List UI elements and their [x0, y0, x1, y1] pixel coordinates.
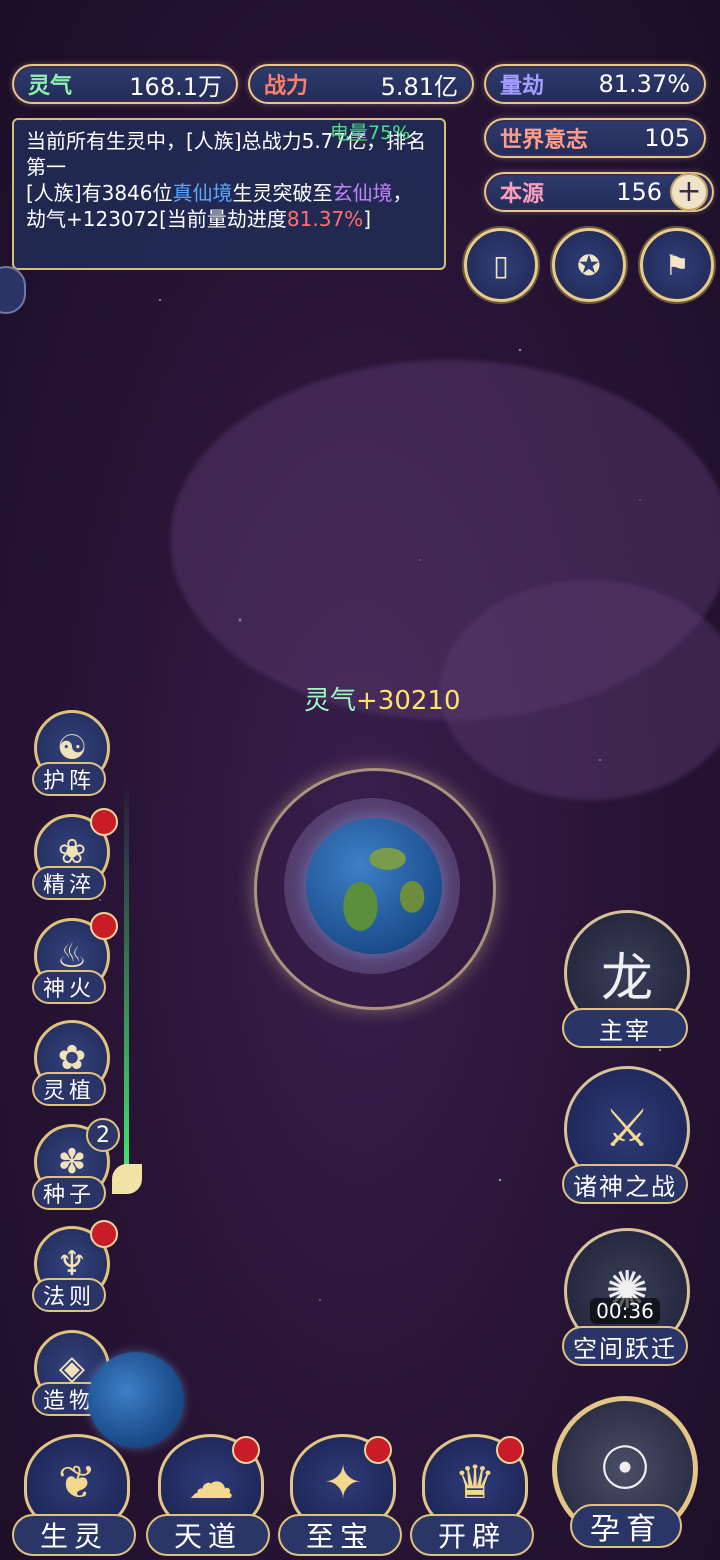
tab-label: 至宝 — [278, 1514, 402, 1556]
left-menu-label: 灵植 — [32, 1072, 106, 1106]
left-menu-zhong-zi[interactable]: ✽ 种子 2 — [26, 1118, 120, 1220]
log-realm-xuanxian: 玄仙境 — [332, 181, 393, 205]
flag-icon: ⚑ — [664, 248, 690, 282]
jump-timer: 00:36 — [590, 1298, 660, 1324]
log-realm-zhenxian: 真仙境 — [172, 181, 233, 205]
benyuan-resource[interactable]: 本源 156 + — [484, 172, 714, 212]
yun-yu-label: 孕育 — [570, 1504, 682, 1548]
notification-dot — [90, 808, 118, 836]
lingqi-label: 灵气 — [28, 73, 73, 99]
tab-tian-dao[interactable]: ☁ 天道 — [146, 1428, 270, 1558]
lingqi-value: 168.1万 — [129, 72, 222, 101]
log-text: [人族]有3846位 — [26, 181, 173, 205]
seed-leaf-icon — [112, 1164, 142, 1194]
shijie-value: 105 — [644, 124, 690, 152]
battery-indicator: 电量75% — [330, 122, 411, 144]
notification-dot — [90, 912, 118, 940]
card-icon-button[interactable]: ▯ — [464, 228, 538, 302]
log-text: 生灵突破至 — [232, 181, 333, 205]
tab-kai-pi[interactable]: ♛ 开辟 — [410, 1428, 534, 1558]
left-menu-jing-cui[interactable]: ❀ 精淬 — [26, 808, 118, 910]
zhanli-label: 战力 — [264, 73, 309, 99]
gain-value: +30210 — [356, 686, 461, 716]
lingqi-resource[interactable]: 灵气 168.1万 — [12, 64, 238, 104]
card-icon: ▯ — [493, 248, 509, 282]
tab-label: 生灵 — [12, 1514, 136, 1556]
left-menu-label: 法则 — [32, 1278, 106, 1312]
kong-jian-yue-qian-label: 空间跃迁 — [562, 1326, 688, 1366]
left-menu-fa-ze[interactable]: ♆ 法则 — [26, 1220, 118, 1322]
green-beam — [124, 780, 129, 1170]
left-menu-label: 神火 — [32, 970, 106, 1004]
add-benyuan-button[interactable]: + — [670, 173, 708, 211]
left-menu-label: 种子 — [32, 1176, 106, 1210]
seed-count-badge: 2 — [86, 1118, 120, 1152]
tab-sheng-ling[interactable]: ❦ 生灵 — [12, 1428, 136, 1558]
flag-icon-button[interactable]: ⚑ — [640, 228, 714, 302]
left-menu-hu-zhen[interactable]: ☯ 护阵 — [26, 710, 112, 806]
tab-label: 开辟 — [410, 1514, 534, 1556]
planet-earth[interactable] — [306, 818, 442, 954]
log-progress: 81.37% — [286, 207, 364, 231]
lingqi-gain-popup: 灵气+30210 — [304, 680, 461, 717]
notification-dot — [364, 1436, 392, 1464]
notification-dot — [90, 1220, 118, 1248]
cloud-decoration — [440, 580, 720, 800]
benyuan-label: 本源 — [500, 181, 545, 207]
zhanli-value: 5.81亿 — [380, 72, 458, 101]
kong-jian-yue-qian-button[interactable]: ✺ 00:36 空间跃迁 — [556, 1228, 696, 1368]
left-menu-shen-huo[interactable]: ♨ 神火 — [26, 912, 118, 1014]
shijie-label: 世界意志 — [500, 127, 589, 153]
zhu-zai-button[interactable]: 龙 主宰 — [556, 910, 696, 1050]
notification-dot — [232, 1436, 260, 1464]
swirl-icon: ✪ — [577, 248, 601, 282]
side-drawer-handle[interactable] — [0, 266, 26, 314]
liangjie-value: 81.37% — [598, 70, 690, 98]
yun-yu-button[interactable]: ☉ 孕育 — [544, 1392, 708, 1556]
zhu-zai-label: 主宰 — [562, 1008, 688, 1048]
liangjie-label: 量劫 — [500, 73, 545, 99]
zhu-shen-zhi-zhan-button[interactable]: ⚔ 诸神之战 — [556, 1066, 696, 1206]
liangjie-resource[interactable]: 量劫 81.37% — [484, 64, 706, 104]
zhu-shen-zhi-zhan-label: 诸神之战 — [562, 1164, 688, 1204]
log-text: ] — [363, 207, 371, 231]
shijie-resource[interactable]: 世界意志 105 — [484, 118, 706, 158]
benyuan-value: 156 — [616, 178, 662, 206]
notification-dot — [496, 1436, 524, 1464]
zhanli-resource[interactable]: 战力 5.81亿 — [248, 64, 474, 104]
swirl-icon-button[interactable]: ✪ — [552, 228, 626, 302]
left-menu-label: 护阵 — [32, 762, 106, 796]
tab-label: 天道 — [146, 1514, 270, 1556]
tab-zhi-bao[interactable]: ✦ 至宝 — [278, 1428, 402, 1558]
left-menu-ling-zhi[interactable]: ✿ 灵植 — [26, 1020, 112, 1116]
left-menu-label: 精淬 — [32, 866, 106, 900]
gain-label: 灵气 — [304, 686, 357, 716]
log-line-breakthrough: [人族]有3846位真仙境生灵突破至玄仙境，劫气+123072[当前量劫进度81… — [26, 180, 432, 232]
